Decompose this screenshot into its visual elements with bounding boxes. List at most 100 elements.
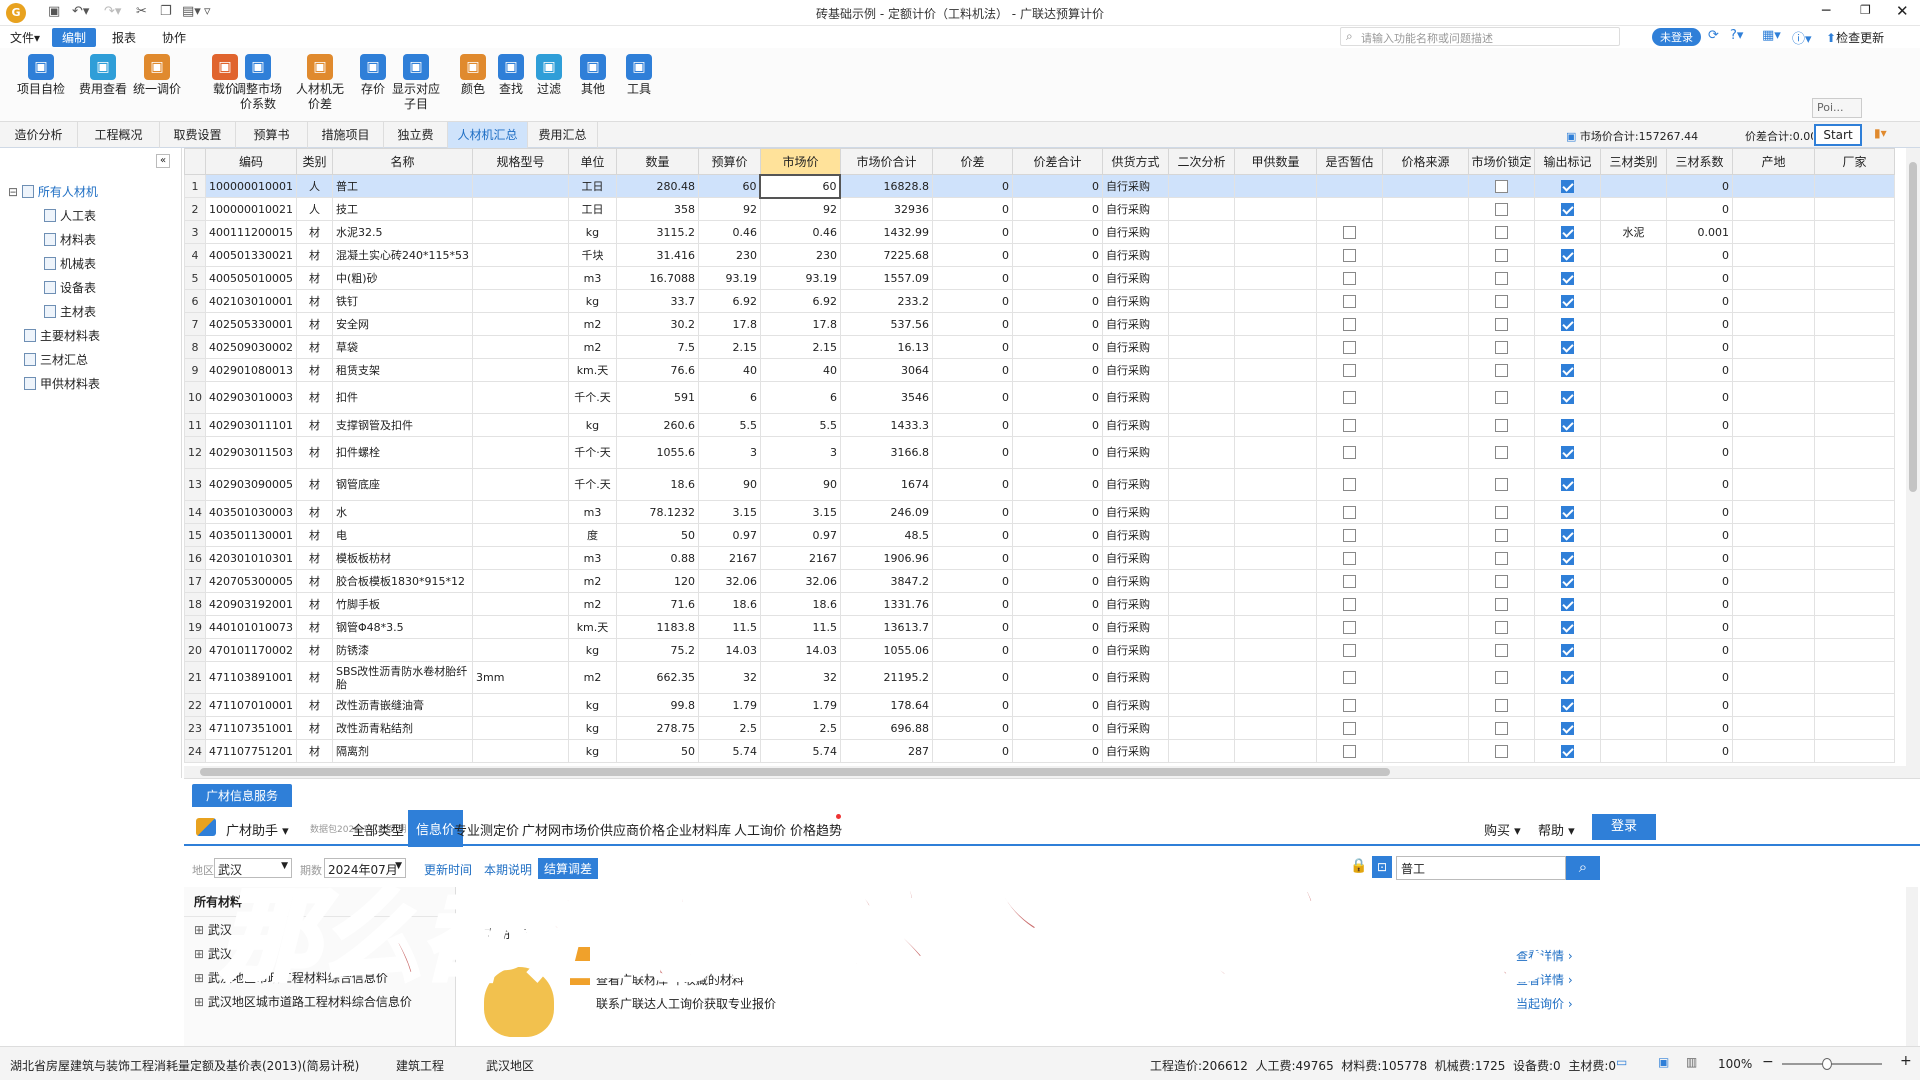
row-number[interactable]: 18: [184, 592, 206, 616]
cell[interactable]: [1167, 312, 1235, 336]
cell[interactable]: [471, 638, 569, 662]
cell[interactable]: 自行采购: [1101, 197, 1169, 221]
column-header-11[interactable]: 价差合计: [1011, 148, 1103, 175]
cell[interactable]: 260.6: [615, 413, 699, 437]
cell[interactable]: 99.8: [615, 693, 699, 717]
cell[interactable]: 402901080013: [205, 358, 297, 382]
cell[interactable]: 246.09: [839, 500, 933, 524]
checkbox-cell[interactable]: [1467, 546, 1535, 570]
cell[interactable]: [1731, 615, 1815, 639]
cell[interactable]: 3847.2: [839, 569, 933, 593]
cell[interactable]: [471, 174, 569, 198]
checkbox-cell[interactable]: [1315, 739, 1383, 763]
table-row[interactable]: 21 471103891001 材 SBS改性沥青防水卷材胎纤胎 3mm m2 662.35…: [184, 661, 1895, 694]
cell[interactable]: 78.1232: [615, 500, 699, 524]
cell[interactable]: [1381, 289, 1469, 313]
cell[interactable]: [1381, 523, 1469, 547]
checkbox-unchecked[interactable]: [1342, 528, 1356, 542]
cell[interactable]: 自行采购: [1101, 546, 1169, 570]
collapse-icon[interactable]: ⊟: [8, 185, 22, 199]
checkbox-unchecked[interactable]: [1342, 248, 1356, 262]
cell[interactable]: [1167, 266, 1235, 290]
checkbox-unchecked[interactable]: [1494, 620, 1508, 634]
price-nav-7[interactable]: 价格趋势: [790, 820, 842, 839]
cell[interactable]: kg: [567, 693, 617, 717]
cell[interactable]: 13613.7: [839, 615, 933, 639]
checkbox-cell[interactable]: [1533, 312, 1601, 336]
cell[interactable]: 0: [1665, 546, 1733, 570]
checkbox-checked[interactable]: [1560, 620, 1574, 634]
checkbox-cell[interactable]: [1533, 523, 1601, 547]
cell[interactable]: 扣件螺栓: [331, 436, 473, 469]
checkbox-unchecked[interactable]: [1494, 698, 1508, 712]
cell[interactable]: 93.19: [697, 266, 761, 290]
row-number[interactable]: 11: [184, 413, 206, 437]
checkbox-checked[interactable]: [1560, 671, 1574, 685]
checkbox-unchecked[interactable]: [1494, 317, 1508, 331]
cell[interactable]: [1813, 468, 1895, 501]
checkbox-cell[interactable]: [1467, 739, 1535, 763]
checkbox-cell[interactable]: [1533, 592, 1601, 616]
cell[interactable]: [1599, 266, 1667, 290]
cell[interactable]: 电: [331, 523, 473, 547]
tree-item-1[interactable]: 人工表: [4, 204, 180, 228]
cell[interactable]: 696.88: [839, 716, 933, 740]
cell[interactable]: [1599, 358, 1667, 382]
cell[interactable]: 0: [931, 523, 1013, 547]
checkbox-cell[interactable]: [1467, 243, 1535, 267]
cell[interactable]: [1233, 289, 1317, 313]
cell[interactable]: 471103891001: [205, 661, 297, 694]
checkbox-unchecked[interactable]: [1494, 294, 1508, 308]
cell[interactable]: 5.5: [759, 413, 841, 437]
cell[interactable]: 水: [331, 500, 473, 524]
tab-1[interactable]: 工程概况: [78, 122, 160, 148]
price-nav-2[interactable]: 专业测定价: [454, 820, 519, 839]
checkbox-checked[interactable]: [1560, 248, 1574, 262]
cell[interactable]: kg: [567, 289, 617, 313]
cell[interactable]: [1599, 615, 1667, 639]
cell[interactable]: m2: [567, 335, 617, 359]
checkbox-cell[interactable]: [1467, 413, 1535, 437]
cell[interactable]: 7.5: [615, 335, 699, 359]
checkbox-unchecked[interactable]: [1494, 271, 1508, 285]
cell[interactable]: 0: [1011, 546, 1103, 570]
column-header-1[interactable]: 编码: [205, 148, 297, 175]
cell[interactable]: [1167, 546, 1235, 570]
cell[interactable]: [1813, 312, 1895, 336]
column-header-3[interactable]: 名称: [331, 148, 473, 175]
cell[interactable]: 420301010301: [205, 546, 297, 570]
cell[interactable]: 0: [1665, 413, 1733, 437]
checkbox-checked[interactable]: [1560, 721, 1574, 735]
checkbox-cell[interactable]: [1467, 289, 1535, 313]
cell[interactable]: 材: [295, 220, 333, 244]
cell[interactable]: 材: [295, 661, 333, 694]
cell[interactable]: [1381, 436, 1469, 469]
cell[interactable]: [1731, 546, 1815, 570]
cell[interactable]: 自行采购: [1101, 739, 1169, 763]
cell[interactable]: 0: [1011, 468, 1103, 501]
tab-2[interactable]: 取费设置: [160, 122, 236, 148]
row-number[interactable]: 14: [184, 500, 206, 524]
cell[interactable]: 0: [1665, 716, 1733, 740]
checkbox-unchecked[interactable]: [1494, 446, 1508, 460]
cell[interactable]: [1381, 569, 1469, 593]
cell[interactable]: [1233, 243, 1317, 267]
poi-popup[interactable]: Poi...: [1812, 98, 1862, 118]
cell[interactable]: 自行采购: [1101, 358, 1169, 382]
cell[interactable]: [1233, 468, 1317, 501]
cell[interactable]: 自行采购: [1101, 592, 1169, 616]
checkbox-cell[interactable]: [1315, 523, 1383, 547]
cell[interactable]: 48.5: [839, 523, 933, 547]
cell[interactable]: [1381, 197, 1469, 221]
cell[interactable]: [471, 716, 569, 740]
cell[interactable]: 2.5: [697, 716, 761, 740]
cell[interactable]: 32.06: [697, 569, 761, 593]
row-number[interactable]: 20: [184, 638, 206, 662]
cell[interactable]: 18.6: [697, 592, 761, 616]
column-header-9[interactable]: 市场价合计: [839, 148, 933, 175]
cell[interactable]: [1599, 739, 1667, 763]
checkbox-cell[interactable]: [1315, 312, 1383, 336]
checkbox-unchecked[interactable]: [1494, 643, 1508, 657]
cell[interactable]: 60: [697, 174, 761, 198]
cell[interactable]: 支撑钢管及扣件: [331, 413, 473, 437]
